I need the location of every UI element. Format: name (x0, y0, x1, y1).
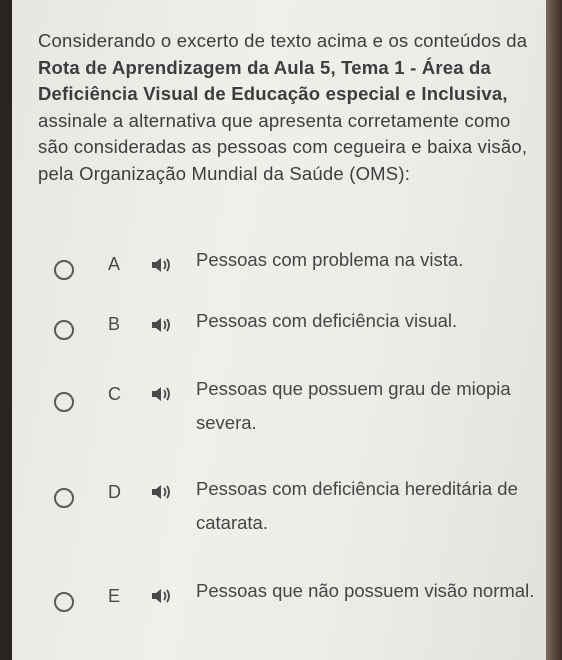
option-text-d: Pessoas com deficiência hereditária de c… (196, 478, 518, 533)
option-text-b: Pessoas com deficiência visual. (196, 310, 458, 331)
speaker-icon[interactable] (150, 317, 172, 333)
radio-c[interactable] (54, 392, 74, 412)
device-edge (546, 0, 562, 660)
option-text-e: Pessoas que não possuem visão normal. (196, 580, 535, 601)
option-text-a: Pessoas com problema na vista. (196, 249, 464, 270)
question-part1: Considerando o excerto de texto acima e … (38, 30, 528, 51)
radio-e[interactable] (54, 592, 74, 612)
radio-a[interactable] (54, 260, 74, 280)
option-letter-c: C (108, 384, 121, 404)
question-part2: assinale a alternativa que apresenta cor… (38, 109, 528, 184)
radio-b[interactable] (54, 320, 74, 340)
speaker-icon[interactable] (150, 484, 172, 500)
photo-screen: Considerando o excerto de texto acima e … (12, 0, 546, 660)
question-text: Considerando o excerto de texto acima e … (38, 28, 538, 187)
speaker-icon[interactable] (150, 257, 172, 273)
speaker-icon[interactable] (150, 386, 172, 402)
option-letter-d: D (108, 482, 121, 502)
option-letter-b: B (108, 314, 121, 334)
option-letter-e: E (108, 586, 121, 606)
speaker-icon[interactable] (150, 588, 172, 604)
radio-d[interactable] (54, 488, 74, 508)
option-text-c: Pessoas que possuem grau de miopia sever… (196, 378, 511, 433)
question-bold: Rota de Aprendizagem da Aula 5, Tema 1 -… (38, 56, 508, 105)
option-letter-a: A (108, 254, 121, 274)
